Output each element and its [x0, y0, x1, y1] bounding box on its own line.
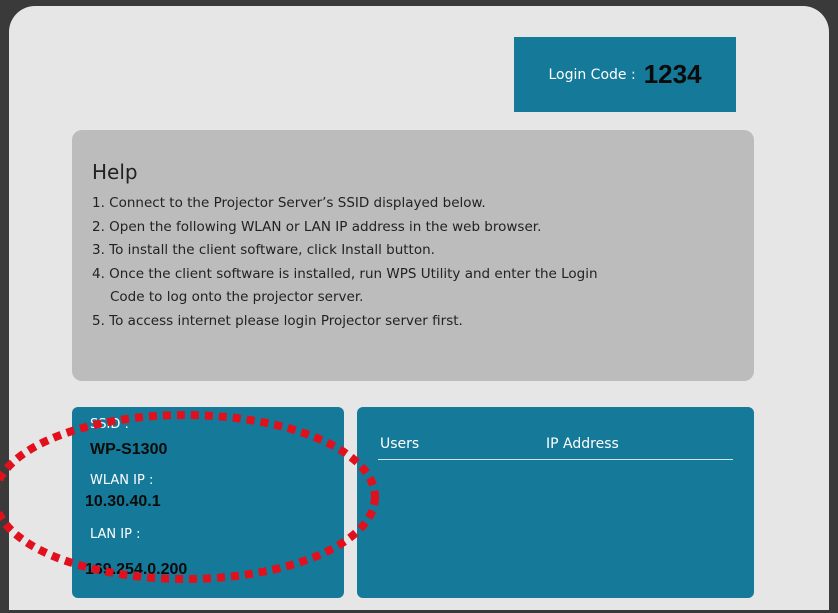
- help-item: 1. Connect to the Projector Server’s SSI…: [92, 195, 486, 211]
- table-header-divider: [378, 459, 733, 460]
- login-code-label: Login Code :: [548, 66, 636, 83]
- lan-ip-label: LAN IP :: [90, 527, 141, 542]
- login-code-value: 1234: [643, 59, 702, 89]
- help-item: 3. To install the client software, click…: [92, 242, 435, 259]
- login-code-panel: Login Code : 1234: [514, 37, 736, 112]
- ssid-label: SSID :: [90, 417, 129, 432]
- users-column-header: Users: [380, 436, 420, 452]
- wlan-ip-value: 10.30.40.1: [85, 493, 161, 510]
- help-list: 1. Connect to the Projector Server’s SSI…: [92, 192, 598, 334]
- help-item: 4. Once the client software is installed…: [92, 265, 598, 282]
- ip-address-column-header: IP Address: [546, 436, 619, 452]
- wlan-ip-label: WLAN IP :: [90, 473, 154, 488]
- help-panel: Help 1. Connect to the Projector Server’…: [72, 130, 754, 381]
- connected-users-panel: Users IP Address: [357, 407, 754, 598]
- ssid-value: WP-S1300: [90, 441, 168, 458]
- help-title: Help: [92, 160, 138, 184]
- help-item: 2. Open the following WLAN or LAN IP add…: [92, 218, 542, 235]
- help-item: Code to log onto the projector server.: [110, 289, 364, 306]
- help-item: 5. To access internet please login Proje…: [92, 312, 463, 329]
- lan-ip-value: 169.254.0.200: [85, 561, 188, 578]
- network-info-panel: SSID : WP-S1300 WLAN IP : 10.30.40.1 LAN…: [72, 407, 344, 598]
